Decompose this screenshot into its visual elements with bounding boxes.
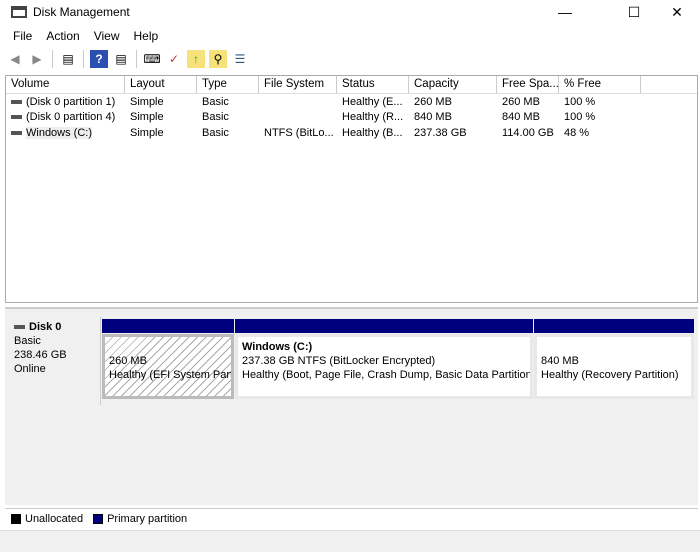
minimize-button[interactable]: — — [542, 0, 588, 24]
list-header: Volume Layout Type File System Status Ca… — [6, 76, 697, 94]
disk-type: Basic — [14, 335, 41, 347]
disk-info[interactable]: Disk 0 Basic 238.46 GB Online — [7, 317, 101, 405]
help-icon[interactable]: ? — [90, 50, 108, 68]
show-action-pane-icon[interactable]: ▤ — [112, 50, 130, 68]
close-button[interactable]: ✕ — [654, 0, 700, 24]
cell-capacity: 237.38 GB — [414, 126, 467, 139]
volume-list: Volume Layout Type File System Status Ca… — [5, 75, 698, 303]
table-row[interactable]: (Disk 0 partition 1) Simple Basic Health… — [6, 94, 697, 110]
cell-free-space: 840 MB — [502, 111, 540, 124]
column-percent-free[interactable]: % Free — [559, 76, 641, 93]
cell-status: Healthy (B... — [342, 126, 403, 139]
column-file-system[interactable]: File System — [259, 76, 337, 93]
toolbar: ◀ ▶ ▤ ? ▤ ⌨ ✓ ↑ ⚲ ☰ — [6, 48, 249, 70]
back-icon[interactable]: ◀ — [6, 50, 24, 68]
partition-status: Healthy (EFI System Part — [109, 369, 234, 381]
column-type[interactable]: Type — [197, 76, 259, 93]
cell-free-space: 260 MB — [502, 95, 540, 108]
cell-percent-free: 100 % — [564, 111, 596, 124]
forward-icon[interactable]: ▶ — [28, 50, 46, 68]
cell-type: Basic — [202, 126, 229, 139]
window-title: Disk Management — [33, 5, 130, 19]
column-free-space[interactable]: Free Spa... — [497, 76, 559, 93]
partition-title: Windows (C:) — [242, 341, 313, 353]
disk-state: Online — [14, 363, 46, 375]
menu-file[interactable]: File — [6, 26, 39, 46]
disk-icon — [14, 325, 25, 330]
menu-bar: File Action View Help — [6, 26, 165, 46]
partition-windows[interactable]: Windows (C:) 237.38 GB NTFS (BitLocker En… — [235, 319, 533, 399]
search-folder-icon[interactable]: ⚲ — [209, 50, 227, 68]
column-volume[interactable]: Volume — [6, 76, 125, 93]
up-folder-icon[interactable]: ↑ — [187, 50, 205, 68]
cell-type: Basic — [202, 95, 229, 108]
disk-size: 238.46 GB — [14, 349, 67, 361]
cell-percent-free: 100 % — [564, 95, 596, 108]
cell-layout: Simple — [130, 95, 164, 108]
column-capacity[interactable]: Capacity — [409, 76, 497, 93]
cell-capacity: 840 MB — [414, 111, 452, 124]
menu-help[interactable]: Help — [127, 26, 166, 46]
partition-size: 840 MB — [541, 355, 579, 367]
cell-capacity: 260 MB — [414, 95, 452, 108]
partition-size: 260 MB — [109, 355, 147, 367]
cell-layout: Simple — [130, 111, 164, 124]
column-status[interactable]: Status — [337, 76, 409, 93]
partition-status: Healthy (Boot, Page File, Crash Dump, Ba… — [242, 369, 532, 381]
legend-unallocated: Unallocated — [25, 512, 84, 525]
cell-volume: Windows (C:) — [26, 126, 93, 139]
cell-free-space: 114.00 GB — [502, 126, 554, 139]
cell-volume: (Disk 0 partition 4) — [26, 111, 116, 124]
cell-file-system: NTFS (BitLo... — [264, 126, 334, 139]
primary-partition-swatch — [93, 513, 104, 524]
status-bar — [0, 530, 700, 552]
check-document-icon[interactable]: ✓ — [165, 50, 183, 68]
drive-icon — [11, 99, 22, 104]
connect-icon[interactable]: ⌨ — [143, 50, 161, 68]
partition-recovery[interactable]: 840 MB Healthy (Recovery Partition) — [534, 319, 694, 399]
table-row[interactable]: Windows (C:) Simple Basic NTFS (BitLo...… — [6, 125, 697, 141]
legend-primary-partition: Primary partition — [107, 512, 188, 525]
title-bar: Disk Management — [0, 0, 700, 24]
disk-graph-pane: Disk 0 Basic 238.46 GB Online 260 MB Heal… — [5, 307, 698, 505]
column-layout[interactable]: Layout — [125, 76, 197, 93]
table-row[interactable]: (Disk 0 partition 4) Simple Basic Health… — [6, 110, 697, 126]
partition-status: Healthy (Recovery Partition) — [541, 369, 679, 381]
partition-size: 237.38 GB NTFS (BitLocker Encrypted) — [242, 355, 436, 367]
maximize-button[interactable]: ☐ — [611, 0, 657, 24]
cell-status: Healthy (R... — [342, 111, 404, 124]
cell-type: Basic — [202, 111, 229, 124]
cell-percent-free: 48 % — [564, 126, 590, 139]
disk-name: Disk 0 — [29, 321, 62, 333]
drive-icon — [11, 115, 22, 120]
legend: Unallocated Primary partition — [5, 508, 698, 528]
cell-layout: Simple — [130, 126, 164, 139]
menu-view[interactable]: View — [87, 26, 127, 46]
unallocated-swatch — [11, 513, 21, 524]
menu-action[interactable]: Action — [39, 26, 86, 46]
drive-icon — [11, 130, 22, 135]
cell-volume: (Disk 0 partition 1) — [26, 95, 116, 108]
partition-efi[interactable]: 260 MB Healthy (EFI System Part — [102, 319, 234, 399]
cell-status: Healthy (E... — [342, 95, 403, 108]
properties-icon[interactable]: ☰ — [231, 50, 249, 68]
show-hide-console-tree-icon[interactable]: ▤ — [59, 50, 77, 68]
disk-management-icon — [11, 6, 27, 18]
